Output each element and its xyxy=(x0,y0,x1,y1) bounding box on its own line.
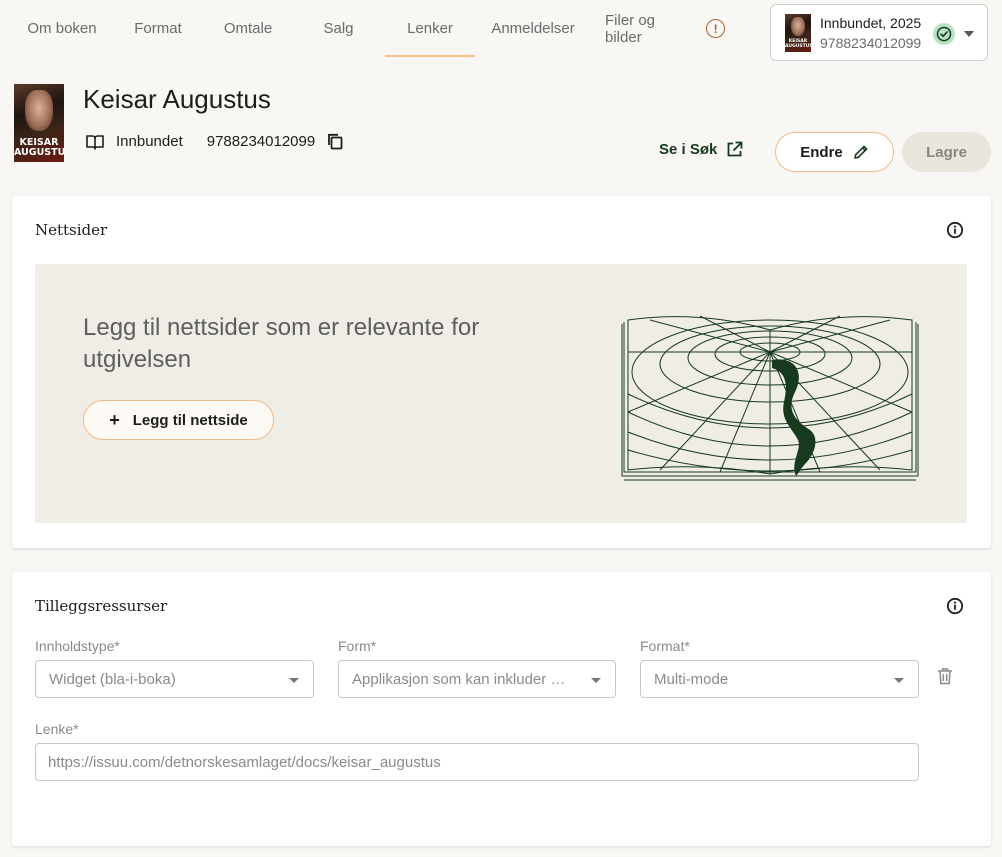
form-value: Applikasjon som kan inkluder … xyxy=(352,671,566,688)
tab-label: Om boken xyxy=(27,20,97,37)
save-button-label: Lagre xyxy=(926,143,967,161)
add-website-label: Legg til nettside xyxy=(132,411,248,429)
book-format: Innbundet xyxy=(116,133,183,150)
format-value: Multi-mode xyxy=(654,671,729,688)
form-label: Form* xyxy=(338,638,377,654)
trash-icon[interactable] xyxy=(937,667,953,685)
chevron-down-icon xyxy=(591,678,601,683)
cover-text: KEISAR AUGUSTUS xyxy=(14,137,64,158)
tab-salg[interactable]: Salg xyxy=(292,0,385,57)
book-cover: KEISAR AUGUSTUS xyxy=(14,84,64,162)
tab-lenker[interactable]: Lenker xyxy=(385,0,475,57)
tab-label: Anmeldelser xyxy=(491,20,575,37)
chevron-down-icon xyxy=(894,678,904,683)
page-title: Keisar Augustus xyxy=(83,84,271,114)
tab-filer-og-bilder[interactable]: Filer og bilder! xyxy=(591,0,739,57)
info-icon[interactable] xyxy=(946,221,964,239)
see-in-search-link[interactable]: Se i Søk xyxy=(659,141,743,158)
edition-cover-thumbnail: KEISAR AUGUSTUS xyxy=(785,13,811,52)
websites-empty-state: Legg til nettsider som er relevante for … xyxy=(35,264,967,523)
tab-label: Lenker xyxy=(407,20,453,37)
tab-anmeldelser[interactable]: Anmeldelser xyxy=(475,0,591,57)
cover-text: KEISAR AUGUSTUS xyxy=(785,39,811,49)
resources-card-title: Tilleggsressurser xyxy=(35,597,168,615)
warning-icon: ! xyxy=(706,19,725,38)
edition-isbn: 9788234012099 xyxy=(820,34,922,51)
additional-resources-card: Tilleggsressurser Innholdstype* Widget (… xyxy=(12,572,991,846)
websites-card-title: Nettsider xyxy=(35,221,108,239)
edition-select[interactable]: KEISAR AUGUSTUS Innbundet, 2025 97882340… xyxy=(770,4,988,61)
add-website-button[interactable]: + Legg til nettside xyxy=(83,400,274,440)
tab-label: Salg xyxy=(323,20,354,37)
book-icon xyxy=(86,134,104,150)
form-select[interactable]: Applikasjon som kan inkluder … xyxy=(338,660,616,698)
copy-icon[interactable] xyxy=(327,133,343,150)
edit-button[interactable]: Endre xyxy=(775,132,894,172)
tab-format[interactable]: Format xyxy=(112,0,204,57)
tab-om-boken[interactable]: Om boken xyxy=(12,0,112,57)
chevron-down-icon xyxy=(289,678,299,683)
save-button[interactable]: Lagre xyxy=(902,132,991,172)
websites-card: Nettsider Legg til nettsider som er rele… xyxy=(12,196,991,548)
edition-title: Innbundet, 2025 xyxy=(820,14,922,31)
edit-button-label: Endre xyxy=(800,143,843,161)
empty-state-text: Legg til nettsider som er relevante for … xyxy=(83,314,480,373)
format-label: Format* xyxy=(640,638,690,654)
external-link-icon xyxy=(727,141,743,157)
tab-label: Filer og bilder xyxy=(605,11,656,46)
tab-label: Omtale xyxy=(223,20,273,37)
tab-bar: Om boken Format Omtale Salg Lenker Anmel… xyxy=(12,0,739,57)
content-type-label: Innholdstype* xyxy=(35,638,120,654)
format-select[interactable]: Multi-mode xyxy=(640,660,919,698)
content-type-select[interactable]: Widget (bla-i-boka) xyxy=(35,660,314,698)
link-value: https://issuu.com/detnorskesamlaget/docs… xyxy=(48,754,441,771)
tab-label: Format xyxy=(134,20,182,37)
chevron-down-icon xyxy=(964,31,974,37)
pencil-icon xyxy=(853,145,868,159)
plus-icon: + xyxy=(109,409,120,430)
open-book-illustration xyxy=(621,315,919,481)
tab-omtale[interactable]: Omtale xyxy=(204,0,292,57)
check-circle-icon xyxy=(933,23,955,45)
link-input[interactable]: https://issuu.com/detnorskesamlaget/docs… xyxy=(35,743,919,781)
info-icon[interactable] xyxy=(946,597,964,615)
see-in-search-label: Se i Søk xyxy=(659,141,718,158)
link-label: Lenke* xyxy=(35,721,79,737)
book-meta: Innbundet 9788234012099 xyxy=(86,133,343,150)
content-type-value: Widget (bla-i-boka) xyxy=(49,671,176,688)
book-isbn: 9788234012099 xyxy=(206,133,316,150)
